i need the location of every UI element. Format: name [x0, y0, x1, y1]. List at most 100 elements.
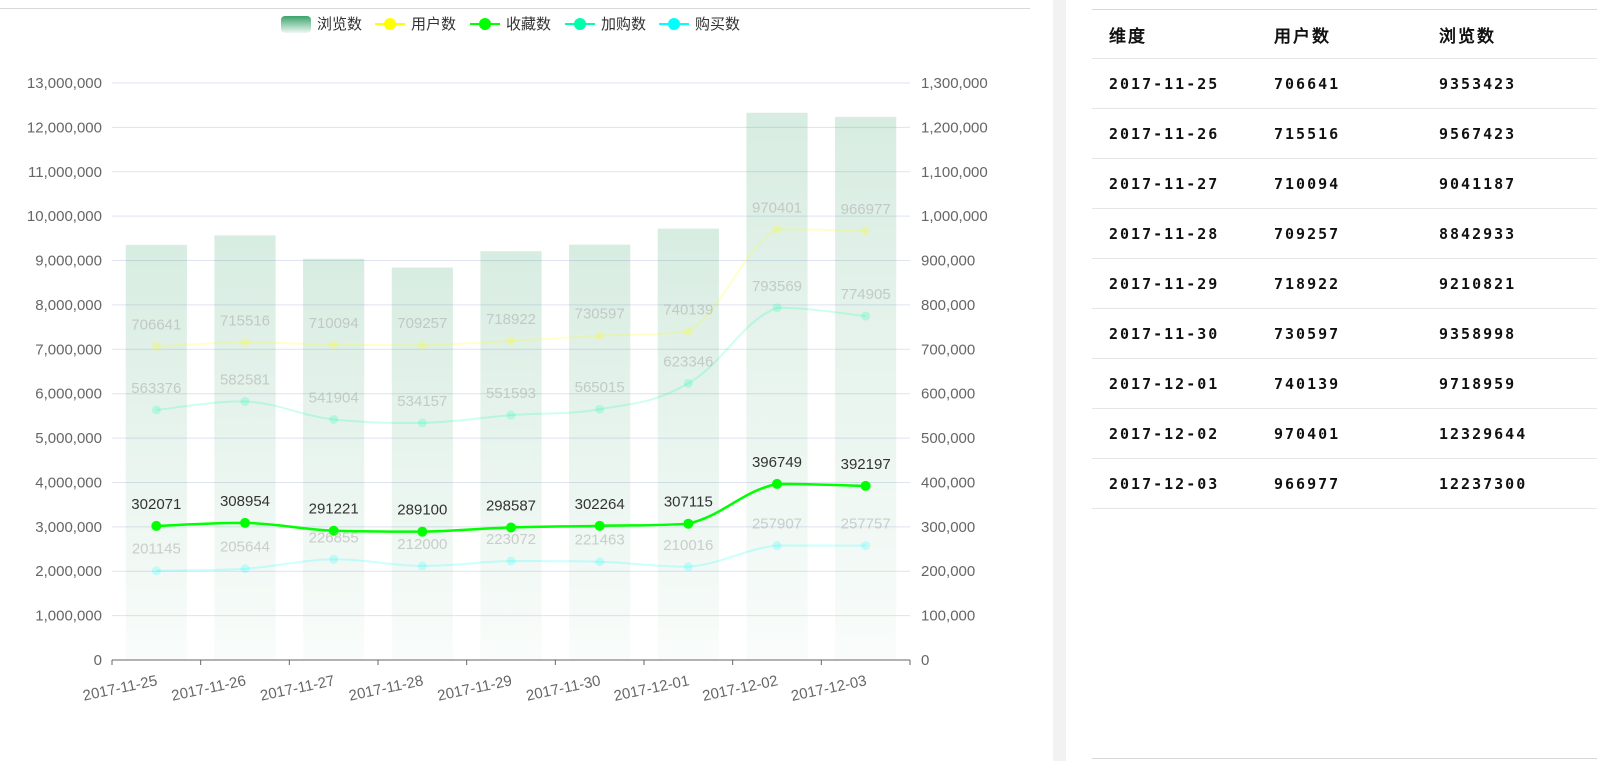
point-cart — [861, 311, 871, 321]
point-users — [772, 224, 782, 234]
data-label-purchases: 226855 — [309, 529, 359, 546]
data-label-purchases: 221463 — [575, 532, 625, 549]
cell-favorites: 3 — [1587, 408, 1597, 459]
data-label-favorites: 308954 — [220, 493, 270, 510]
table-row: 2017-11-2870925788429332 — [1092, 208, 1597, 259]
y-axis-right-tick-label: 0 — [921, 652, 929, 669]
data-label-purchases: 212000 — [397, 536, 447, 553]
x-axis-tick-label: 2017-12-03 — [790, 672, 869, 705]
cell-favorites: 3 — [1587, 308, 1597, 359]
data-label-cart: 551593 — [486, 385, 536, 402]
cell-favorites: 3 — [1587, 58, 1597, 109]
x-axis-tick-label: 2017-11-26 — [170, 672, 248, 704]
cell-date: 2017-12-01 — [1092, 358, 1257, 409]
point-purchases — [417, 561, 427, 571]
cell-users: 709257 — [1257, 208, 1422, 259]
cell-date: 2017-11-25 — [1092, 58, 1257, 109]
legend-label: 用户数 — [411, 16, 456, 33]
cell-users: 710094 — [1257, 158, 1422, 209]
data-label-cart: 582581 — [220, 371, 270, 388]
legend-item-favorites: 收藏数 — [470, 16, 551, 33]
cell-users: 715516 — [1257, 108, 1422, 159]
bar-views — [657, 228, 719, 660]
y-axis-left-tick-label: 10,000,000 — [27, 208, 102, 225]
data-label-cart: 793569 — [752, 278, 802, 295]
legend-item-views: 浏览数 — [281, 16, 362, 33]
point-cart — [240, 396, 250, 406]
cell-date: 2017-11-26 — [1092, 108, 1257, 159]
point-cart — [417, 418, 427, 428]
point-users — [595, 331, 605, 341]
cell-users: 966977 — [1257, 458, 1422, 509]
point-favorites — [772, 478, 782, 489]
cell-users: 706641 — [1257, 58, 1422, 109]
point-cart — [329, 414, 339, 424]
legend-item-cart: 加购数 — [565, 16, 646, 33]
point-purchases — [595, 557, 605, 567]
y-axis-right-tick-label: 1,200,000 — [921, 119, 988, 136]
y-axis-left-tick-label: 7,000,000 — [35, 341, 102, 358]
point-purchases — [240, 564, 250, 574]
y-axis-right-tick-label: 100,000 — [921, 608, 975, 625]
y-axis-left-tick-label: 12,000,000 — [27, 119, 102, 136]
point-favorites — [860, 480, 871, 491]
legend-swatch-dot-icon — [668, 18, 680, 30]
cell-users: 718922 — [1257, 258, 1422, 309]
combo-chart: 0 0 1,000,000 100,000 2,000,000 200,000 3,000,… — [27, 16, 988, 705]
cell-users: 970401 — [1257, 408, 1422, 459]
data-label-favorites: 291221 — [309, 501, 359, 518]
y-axis-left-tick-label: 13,000,000 — [27, 75, 102, 92]
point-favorites — [594, 520, 605, 531]
column-header-favorites: 收 — [1587, 10, 1597, 59]
data-label-users: 730597 — [575, 306, 625, 323]
y-axis-right-tick-label: 700,000 — [921, 341, 975, 358]
point-users — [417, 340, 427, 350]
cell-favorites: 3 — [1587, 458, 1597, 509]
data-label-purchases: 223072 — [486, 531, 536, 548]
y-axis-left-tick-label: 9,000,000 — [35, 253, 102, 270]
legend-label: 浏览数 — [317, 16, 362, 33]
x-axis-tick-label: 2017-12-02 — [701, 672, 780, 705]
x-axis-tick-label: 2017-11-29 — [436, 672, 514, 704]
cell-date: 2017-11-28 — [1092, 208, 1257, 259]
data-label-cart: 563376 — [131, 380, 181, 397]
y-axis-left-tick-label: 8,000,000 — [35, 297, 102, 314]
data-label-users: 740139 — [663, 301, 713, 318]
legend-swatch-bar-icon — [281, 16, 311, 33]
point-users — [151, 341, 161, 351]
data-label-favorites: 396749 — [752, 454, 802, 471]
data-label-users: 970401 — [752, 199, 802, 216]
point-cart — [683, 378, 693, 388]
y-axis-left-tick-label: 2,000,000 — [35, 563, 102, 580]
data-label-purchases: 205644 — [220, 539, 270, 556]
point-users — [861, 226, 871, 236]
legend-label: 收藏数 — [506, 16, 551, 33]
table-row: 2017-12-0174013997189593 — [1092, 358, 1597, 409]
column-header-users: 用户数 — [1257, 10, 1422, 59]
y-axis-right-tick-label: 400,000 — [921, 474, 975, 491]
cell-views: 9353423 — [1422, 58, 1587, 109]
table-row: 2017-11-3073059793589983 — [1092, 308, 1597, 359]
point-purchases — [861, 541, 871, 551]
cell-favorites: 2 — [1587, 258, 1597, 309]
data-label-purchases: 257907 — [752, 516, 802, 533]
y-axis-left-tick-label: 1,000,000 — [35, 608, 102, 625]
bar-views — [835, 116, 897, 660]
legend-item-purchases: 购买数 — [659, 16, 740, 33]
cell-views: 9041187 — [1422, 158, 1587, 209]
x-axis-tick-label: 2017-11-25 — [81, 672, 159, 704]
point-users — [506, 336, 516, 346]
table-row: 2017-11-2671551695674233 — [1092, 108, 1597, 159]
cell-favorites: 2 — [1587, 158, 1597, 209]
point-favorites — [240, 517, 250, 528]
legend-label: 加购数 — [601, 16, 646, 33]
point-users — [240, 337, 250, 347]
cell-favorites: 3 — [1587, 358, 1597, 409]
data-label-purchases: 210016 — [663, 537, 713, 554]
bar-views — [214, 235, 276, 660]
y-axis-right-tick-label: 500,000 — [921, 430, 975, 447]
data-label-cart: 774905 — [841, 286, 891, 303]
data-label-cart: 541904 — [309, 389, 359, 406]
y-axis-left-tick-label: 4,000,000 — [35, 474, 102, 491]
point-cart — [151, 405, 161, 415]
